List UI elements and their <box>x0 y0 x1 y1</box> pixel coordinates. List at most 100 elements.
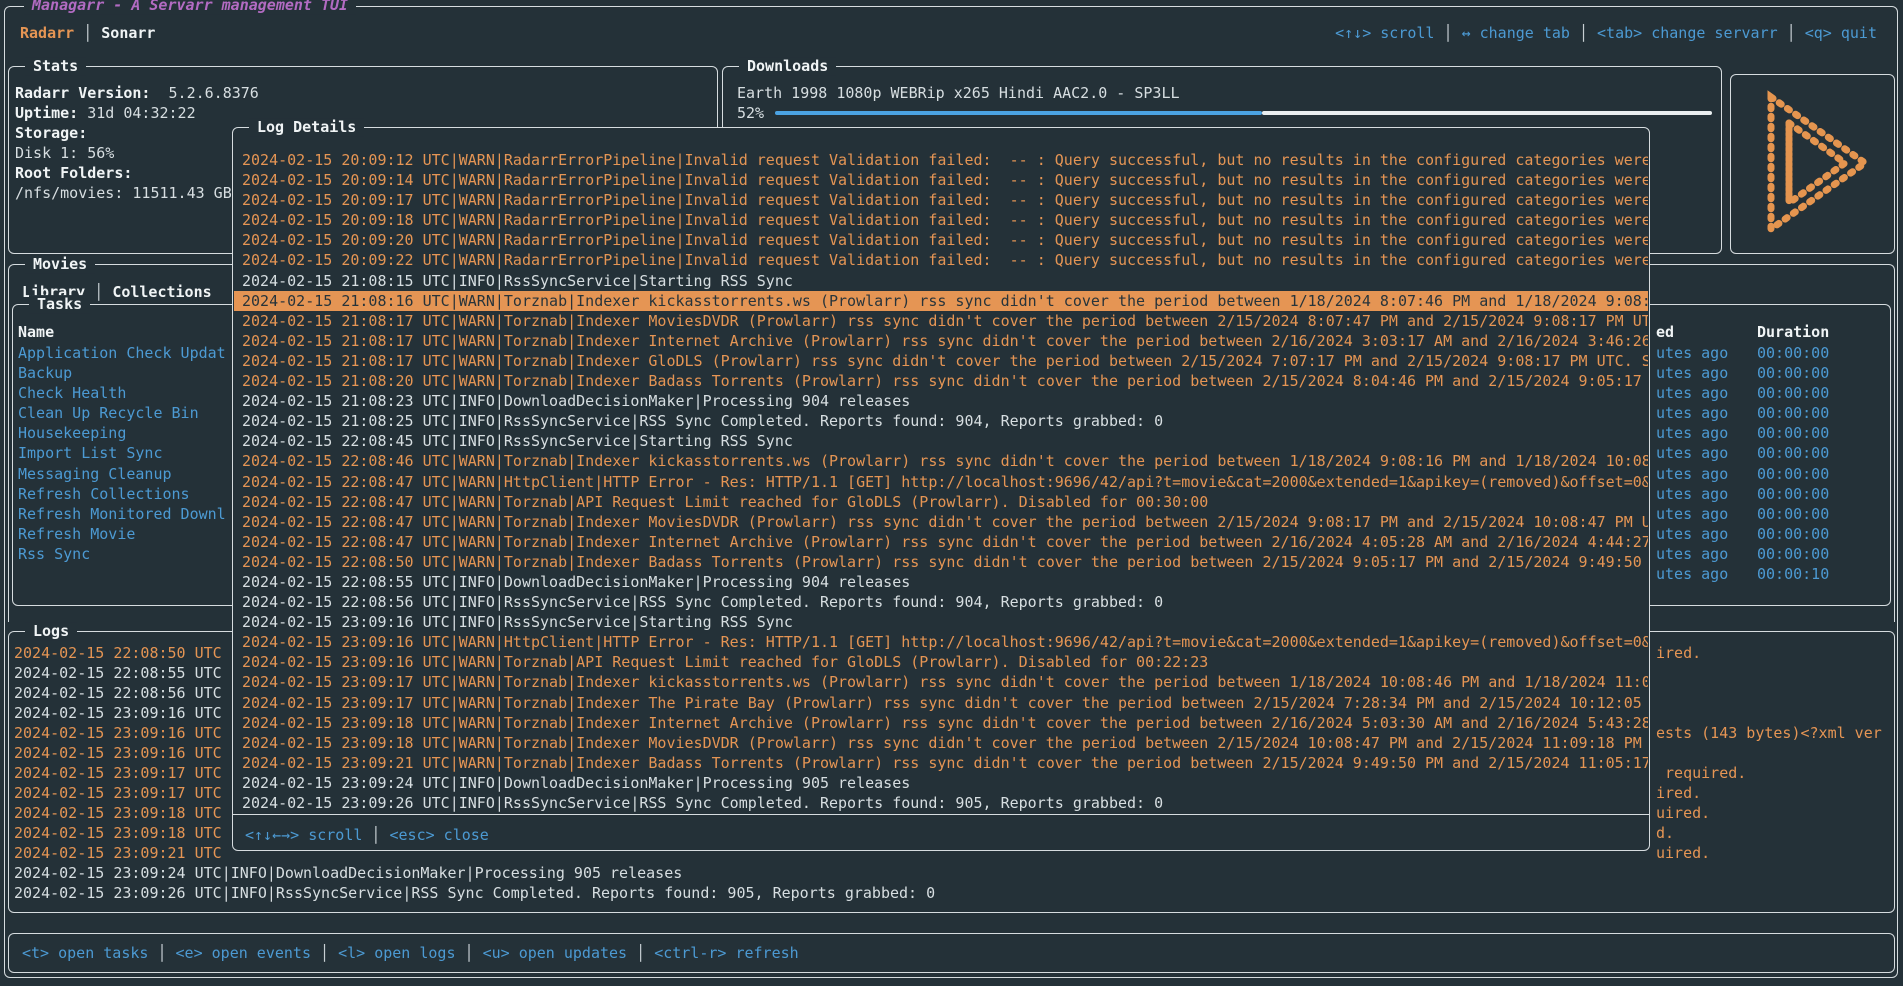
task-item[interactable]: Application Check Updat <box>18 343 226 363</box>
task-exec-row[interactable]: utes ago00:00:00 <box>1656 484 1728 504</box>
task-item[interactable]: Clean Up Recycle Bin <box>18 403 226 423</box>
stats-row-label: Uptime: <box>15 104 78 122</box>
modal-keybindings: <↑↓←→> scroll<esc> close <box>245 825 489 845</box>
task-exec-row[interactable]: utes ago00:00:00 <box>1656 504 1728 524</box>
log-detail-line[interactable]: 2024-02-15 22:08:47 UTC|WARN|Torznab|Ind… <box>234 532 1648 552</box>
log-line[interactable]: 2024-02-15 23:09:24 UTC|INFO|DownloadDec… <box>14 863 1891 883</box>
task-last-executed: utes ago <box>1656 404 1728 422</box>
log-detail-line[interactable]: 2024-02-15 21:08:25 UTC|INFO|RssSyncServ… <box>234 411 1648 431</box>
log-detail-line[interactable]: 2024-02-15 22:08:47 UTC|WARN|Torznab|API… <box>234 492 1648 512</box>
task-exec-row[interactable]: utes ago00:00:00 <box>1656 464 1728 484</box>
log-detail-line[interactable]: 2024-02-15 22:08:47 UTC|WARN|Torznab|Ind… <box>234 512 1648 532</box>
log-detail-line[interactable]: 2024-02-15 23:09:16 UTC|WARN|HttpClient|… <box>234 632 1648 652</box>
task-exec-row[interactable]: utes ago00:00:00 <box>1656 524 1728 544</box>
log-detail-line[interactable]: 2024-02-15 21:08:15 UTC|INFO|RssSyncServ… <box>234 271 1648 291</box>
log-detail-line[interactable]: 2024-02-15 21:08:20 UTC|WARN|Torznab|Ind… <box>234 371 1648 391</box>
keybinding-hint[interactable]: <l> open logs <box>311 944 456 962</box>
log-detail-line[interactable]: 2024-02-15 21:08:17 UTC|WARN|Torznab|Ind… <box>234 351 1648 371</box>
log-detail-line[interactable]: 2024-02-15 22:08:55 UTC|INFO|DownloadDec… <box>234 572 1648 592</box>
log-detail-line[interactable]: 2024-02-15 20:09:22 UTC|WARN|RadarrError… <box>234 250 1648 270</box>
managarr-logo-icon <box>1733 75 1893 251</box>
task-exec-row[interactable]: utes ago00:00:00 <box>1656 383 1728 403</box>
bottom-keybindings: <t> open tasks<e> open events<l> open lo… <box>22 943 799 963</box>
log-line[interactable]: 2024-02-15 23:09:26 UTC|INFO|RssSyncServ… <box>14 883 1891 903</box>
task-item[interactable]: Rss Sync <box>18 544 226 564</box>
stats-row-value: Disk 1: 56% <box>15 144 114 162</box>
log-line-left: 2024-02-15 23:09:21 UTC <box>14 844 222 862</box>
modal-footer-divider <box>233 814 1649 815</box>
log-line-left: 2024-02-15 22:08:50 UTC <box>14 644 222 662</box>
managarr-tui: { "app": { "title": "Managarr - A Servar… <box>0 0 1903 986</box>
stats-row-value: 31d 04:32:22 <box>78 104 195 122</box>
tasks-panel-title: Tasks <box>29 295 90 313</box>
task-item[interactable]: Refresh Collections <box>18 484 226 504</box>
download-item[interactable]: Earth 1998 1080p WEBRip x265 Hindi AAC2.… <box>737 83 1180 103</box>
log-detail-line[interactable]: 2024-02-15 20:09:17 UTC|WARN|RadarrError… <box>234 190 1648 210</box>
task-item[interactable]: Refresh Monitored Downl <box>18 504 226 524</box>
log-detail-line[interactable]: 2024-02-15 23:09:16 UTC|WARN|Torznab|API… <box>234 652 1648 672</box>
task-exec-row[interactable]: utes ago00:00:00 <box>1656 363 1728 383</box>
task-last-executed: utes ago <box>1656 424 1728 442</box>
log-detail-line[interactable]: 2024-02-15 22:08:56 UTC|INFO|RssSyncServ… <box>234 592 1648 612</box>
task-item[interactable]: Check Health <box>18 383 226 403</box>
global-keybindings: <↑↓> scroll↔ change tab<tab> change serv… <box>1335 23 1877 43</box>
log-detail-line[interactable]: 2024-02-15 20:09:14 UTC|WARN|RadarrError… <box>234 170 1648 190</box>
log-line-tail: ired. <box>1656 783 1701 803</box>
log-detail-line[interactable]: 2024-02-15 22:08:45 UTC|INFO|RssSyncServ… <box>234 431 1648 451</box>
task-item[interactable]: Backup <box>18 363 226 383</box>
log-line-left: 2024-02-15 23:09:17 UTC <box>14 784 222 802</box>
task-exec-row[interactable]: utes ago00:00:00 <box>1656 544 1728 564</box>
stats-row: Disk 1: 56% <box>15 143 259 163</box>
log-detail-line[interactable]: 2024-02-15 21:08:16 UTC|WARN|Torznab|Ind… <box>234 291 1648 311</box>
tasks-duration-header: Duration <box>1757 322 1829 342</box>
task-exec-row[interactable]: utes ago00:00:00 <box>1656 403 1728 423</box>
task-item[interactable]: Refresh Movie <box>18 524 226 544</box>
task-exec-row[interactable]: utes ago00:00:00 <box>1656 423 1728 443</box>
task-item[interactable]: Messaging Cleanup <box>18 464 226 484</box>
tasks-exec-rows: utes ago00:00:00utes ago00:00:00utes ago… <box>1656 343 1728 584</box>
stats-row: /nfs/movies: 11511.43 GB <box>15 183 259 203</box>
log-detail-line[interactable]: 2024-02-15 23:09:26 UTC|INFO|RssSyncServ… <box>234 793 1648 813</box>
keybinding-hint[interactable]: <u> open updates <box>456 944 628 962</box>
log-detail-line[interactable]: 2024-02-15 23:09:16 UTC|INFO|RssSyncServ… <box>234 612 1648 632</box>
task-duration: 00:00:00 <box>1757 403 1829 423</box>
log-detail-line[interactable]: 2024-02-15 23:09:18 UTC|WARN|Torznab|Ind… <box>234 733 1648 753</box>
log-line-left: 2024-02-15 23:09:16 UTC <box>14 724 222 742</box>
keybinding-hint[interactable]: <e> open events <box>148 944 311 962</box>
task-last-executed: utes ago <box>1656 444 1728 462</box>
tab-collections[interactable]: Collections <box>85 283 211 301</box>
task-exec-row[interactable]: utes ago00:00:00 <box>1656 443 1728 463</box>
log-detail-line[interactable]: 2024-02-15 21:08:17 UTC|WARN|Torznab|Ind… <box>234 331 1648 351</box>
log-detail-line[interactable]: 2024-02-15 21:08:17 UTC|WARN|Torznab|Ind… <box>234 311 1648 331</box>
log-detail-line[interactable]: 2024-02-15 20:09:12 UTC|WARN|RadarrError… <box>234 150 1648 170</box>
task-exec-row[interactable]: utes ago00:00:10 <box>1656 564 1728 584</box>
log-detail-line[interactable]: 2024-02-15 23:09:17 UTC|WARN|Torznab|Ind… <box>234 672 1648 692</box>
log-line-left: 2024-02-15 22:08:55 UTC <box>14 664 222 682</box>
stats-panel-title: Stats <box>25 57 86 75</box>
task-exec-row[interactable]: utes ago00:00:00 <box>1656 343 1728 363</box>
log-detail-line[interactable]: 2024-02-15 23:09:18 UTC|WARN|Torznab|Ind… <box>234 713 1648 733</box>
log-detail-line[interactable]: 2024-02-15 23:09:17 UTC|WARN|Torznab|Ind… <box>234 693 1648 713</box>
log-detail-line[interactable]: 2024-02-15 20:09:20 UTC|WARN|RadarrError… <box>234 230 1648 250</box>
keybinding-hint: <q> quit <box>1778 24 1877 42</box>
log-detail-line[interactable]: 2024-02-15 21:08:23 UTC|INFO|DownloadDec… <box>234 391 1648 411</box>
task-last-executed: utes ago <box>1656 545 1728 563</box>
log-detail-line[interactable]: 2024-02-15 22:08:46 UTC|WARN|Torznab|Ind… <box>234 451 1648 471</box>
tab-sonarr[interactable]: Sonarr <box>74 24 155 42</box>
log-detail-line[interactable]: 2024-02-15 20:09:18 UTC|WARN|RadarrError… <box>234 210 1648 230</box>
log-detail-line[interactable]: 2024-02-15 22:08:47 UTC|WARN|HttpClient|… <box>234 472 1648 492</box>
keybinding-hint[interactable]: <t> open tasks <box>22 944 148 962</box>
task-item[interactable]: Import List Sync <box>18 443 226 463</box>
logo-panel <box>1730 74 1895 254</box>
task-item[interactable]: Housekeeping <box>18 423 226 443</box>
tasks-name-list: Application Check UpdatBackupCheck Healt… <box>18 343 226 564</box>
log-detail-line[interactable]: 2024-02-15 22:08:50 UTC|WARN|Torznab|Ind… <box>234 552 1648 572</box>
log-line-tail: ests (143 bytes)<?xml ver <box>1656 723 1882 743</box>
log-detail-line[interactable]: 2024-02-15 23:09:21 UTC|WARN|Torznab|Ind… <box>234 753 1648 773</box>
tab-radarr[interactable]: Radarr <box>20 24 74 42</box>
log-detail-line[interactable]: 2024-02-15 23:09:24 UTC|INFO|DownloadDec… <box>234 773 1648 793</box>
stats-row-label: Root Folders: <box>15 164 132 182</box>
keybinding-hint[interactable]: <ctrl-r> refresh <box>627 944 799 962</box>
task-duration: 00:00:00 <box>1757 383 1829 403</box>
download-progress-filled <box>775 111 1262 115</box>
